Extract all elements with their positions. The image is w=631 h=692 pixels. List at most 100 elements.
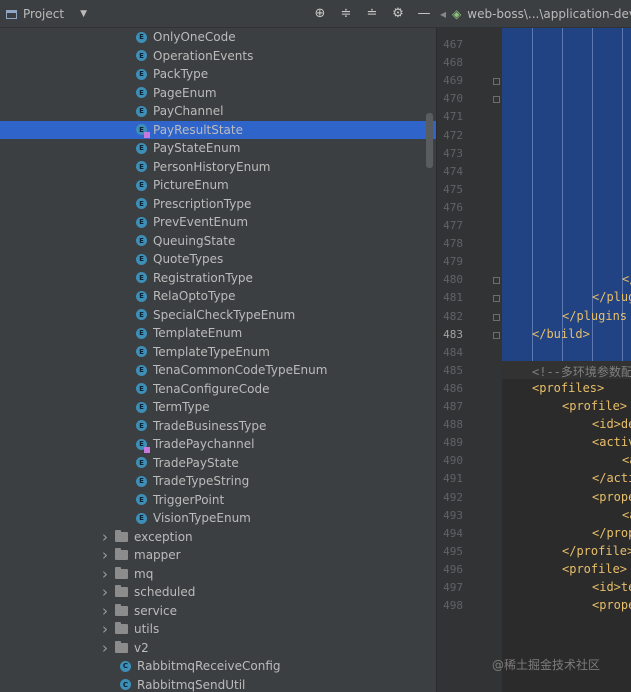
- project-tree[interactable]: E OnlyOneCode E OperationEvents E PackType E Pa…: [0, 28, 436, 692]
- code-line: </build>: [532, 326, 590, 341]
- tree-item-enum[interactable]: E SpecialCheckTypeEnum: [0, 306, 436, 325]
- tab-overflow-icon[interactable]: ◂: [440, 7, 446, 21]
- tree-item-enum[interactable]: E OperationEvents: [0, 47, 436, 66]
- gear-icon[interactable]: ⚙: [390, 6, 406, 22]
- tree-item-enum[interactable]: E PayChannel: [0, 102, 436, 121]
- fold-marker-icon[interactable]: [493, 78, 500, 86]
- editor-tab-label: web-boss\...\application-dev: [467, 7, 631, 21]
- tree-item-folder[interactable]: › scheduled: [0, 583, 436, 602]
- line-number: 469: [443, 74, 463, 88]
- chevron-right-icon[interactable]: ›: [100, 528, 110, 546]
- project-view-selector[interactable]: Project ▼: [6, 0, 87, 28]
- enum-icon: E: [136, 142, 147, 154]
- tree-item-enum[interactable]: E PictureEnum: [0, 176, 436, 195]
- tree-item-enum[interactable]: E RegistrationType: [0, 269, 436, 288]
- code-line: <a: [622, 453, 631, 468]
- tree-item-label: TemplateEnum: [153, 326, 243, 341]
- line-number: 484: [443, 345, 463, 359]
- line-number: 467: [443, 38, 463, 51]
- tree-item-label: PictureEnum: [153, 178, 229, 193]
- enum-icon: E: [136, 401, 147, 413]
- chevron-right-icon[interactable]: ›: [100, 583, 110, 601]
- line-number: 488: [443, 418, 463, 432]
- enum-icon: E: [136, 235, 147, 247]
- yaml-file-icon: ◈: [452, 7, 462, 21]
- locate-file-icon[interactable]: ⊕: [312, 6, 328, 22]
- tree-item-enum[interactable]: E TermType: [0, 398, 436, 417]
- code-editor[interactable]: </</plug</plugins</build><!--多环境参数配<prof…: [502, 28, 631, 692]
- expand-all-icon[interactable]: ≑: [338, 6, 354, 22]
- fold-marker-icon[interactable]: [493, 277, 500, 285]
- chevron-right-icon[interactable]: ›: [100, 565, 110, 583]
- tree-item-enum[interactable]: E TradeTypeString: [0, 472, 436, 491]
- tree-item-enum[interactable]: E VisionTypeEnum: [0, 509, 436, 528]
- fold-marker-icon[interactable]: [493, 295, 500, 303]
- chevron-right-icon[interactable]: ›: [100, 602, 110, 620]
- editor-gutter: 467 468 469 470 471 472 473 474 475 476 477 478 479 4…: [436, 28, 502, 692]
- tree-item-enum[interactable]: E TemplateTypeEnum: [0, 343, 436, 362]
- enum-icon: E: [136, 457, 147, 469]
- project-tool-buttons: ⊕ ≑ ≐ ⚙ —: [312, 0, 432, 28]
- tree-item-label: PersonHistoryEnum: [153, 159, 271, 174]
- code-line: <!--多环境参数配: [532, 364, 631, 379]
- tree-item-enum[interactable]: E TradeBusinessType: [0, 417, 436, 436]
- tree-item-folder[interactable]: › mapper: [0, 546, 436, 565]
- tree-item-enum[interactable]: E PayResultState: [0, 120, 436, 139]
- tree-item-label: VisionTypeEnum: [153, 511, 251, 526]
- tree-item-enum[interactable]: E PackType: [0, 65, 436, 84]
- enum-icon: E: [136, 161, 147, 173]
- tree-item-enum[interactable]: E TemplateEnum: [0, 324, 436, 343]
- tree-item-enum[interactable]: E TradePaychannel: [0, 435, 436, 454]
- hide-panel-icon[interactable]: —: [416, 6, 432, 22]
- chevron-right-icon[interactable]: ›: [100, 546, 110, 564]
- tree-item-label: TradeBusinessType: [153, 418, 267, 433]
- tree-item-enum[interactable]: E QueuingState: [0, 232, 436, 251]
- tree-item-enum[interactable]: E PrevEventEnum: [0, 213, 436, 232]
- collapse-all-icon[interactable]: ≐: [364, 6, 380, 22]
- tree-item-class[interactable]: C RabbitmqReceiveConfig: [0, 657, 436, 676]
- package-folder-icon: [115, 585, 128, 598]
- tree-item-enum[interactable]: E TriggerPoint: [0, 491, 436, 510]
- fold-marker-icon[interactable]: [493, 96, 500, 104]
- tree-item-enum[interactable]: E RelaOptoType: [0, 287, 436, 306]
- package-folder-icon: [115, 603, 128, 616]
- chevron-right-icon[interactable]: ›: [100, 639, 110, 657]
- tree-item-enum[interactable]: E TenaCommonCodeTypeEnum: [0, 361, 436, 380]
- tree-item-folder[interactable]: › utils: [0, 620, 436, 639]
- tree-item-enum[interactable]: E PersonHistoryEnum: [0, 158, 436, 177]
- tree-item-enum[interactable]: E TradePayState: [0, 454, 436, 473]
- tree-item-enum[interactable]: E TenaConfigureCode: [0, 380, 436, 399]
- code-line: <prope: [592, 489, 631, 504]
- tree-scrollbar[interactable]: [426, 113, 433, 168]
- package-folder-icon: [115, 529, 128, 542]
- chevron-down-icon[interactable]: ▼: [80, 9, 87, 19]
- fold-marker-icon[interactable]: [493, 331, 500, 339]
- tree-item-label: TenaConfigureCode: [153, 381, 270, 396]
- tree-item-label: RabbitmqReceiveConfig: [137, 659, 281, 674]
- tree-item-folder[interactable]: › mq: [0, 565, 436, 584]
- enum-icon: E: [136, 327, 147, 339]
- tree-item-label: TradeTypeString: [153, 474, 250, 489]
- chevron-right-icon[interactable]: ›: [100, 620, 110, 638]
- tree-item-enum[interactable]: E OnlyOneCode: [0, 28, 436, 47]
- tree-item-enum[interactable]: E PageEnum: [0, 84, 436, 103]
- code-line: <profiles>: [532, 380, 605, 395]
- enum-icon: E: [136, 290, 147, 302]
- enum-icon: E: [136, 512, 147, 524]
- tree-item-class[interactable]: C RabbitmqSendUtil: [0, 676, 436, 692]
- tree-item-folder[interactable]: › v2: [0, 639, 436, 658]
- tree-item-folder[interactable]: › exception: [0, 528, 436, 547]
- tree-item-enum[interactable]: E QuoteTypes: [0, 250, 436, 269]
- line-number: 490: [443, 454, 463, 468]
- fold-marker-icon[interactable]: [493, 313, 500, 321]
- tree-item-enum[interactable]: E PrescriptionType: [0, 195, 436, 214]
- editor-tab[interactable]: ◂ ◈ web-boss\...\application-dev: [440, 0, 631, 28]
- tree-item-folder[interactable]: › service: [0, 602, 436, 621]
- project-window-icon: [6, 9, 17, 19]
- tree-item-label: PayResultState: [153, 122, 243, 137]
- line-number: 477: [443, 219, 463, 232]
- tree-item-enum[interactable]: E PayStateEnum: [0, 139, 436, 158]
- line-number: 486: [443, 381, 463, 395]
- line-number: 470: [443, 92, 463, 106]
- tree-item-label: OperationEvents: [153, 48, 254, 63]
